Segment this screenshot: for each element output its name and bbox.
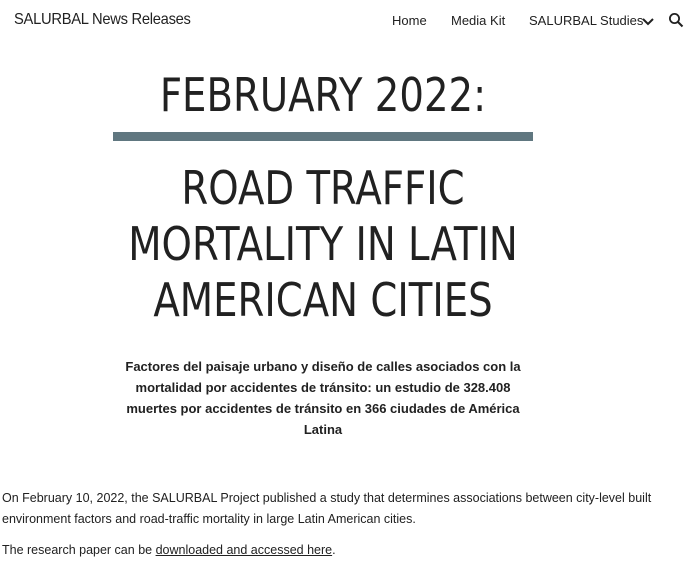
download-text-prefix: The research paper can be <box>2 543 156 557</box>
main-nav: Home Media Kit SALURBAL Studies <box>0 13 688 33</box>
download-paper-link[interactable]: downloaded and accessed here <box>156 543 333 557</box>
search-icon[interactable] <box>668 12 684 28</box>
chevron-down-icon[interactable] <box>641 15 655 29</box>
article-title-line: MORTALITY IN LATIN <box>128 217 518 271</box>
top-navigation-bar: SALURBAL News Releases Home Media Kit SA… <box>0 0 688 42</box>
nav-home-link[interactable]: Home <box>392 13 427 28</box>
article-title: ROAD TRAFFIC MORTALITY IN LATIN AMERICAN… <box>0 160 646 328</box>
divider-bar <box>113 132 533 141</box>
nav-studies-link[interactable]: SALURBAL Studies <box>529 13 643 28</box>
article-title-line: AMERICAN CITIES <box>153 273 493 327</box>
nav-media-kit-link[interactable]: Media Kit <box>451 13 505 28</box>
date-heading: FEBRUARY 2022: <box>159 68 487 122</box>
download-paragraph: The research paper can be downloaded and… <box>2 540 662 561</box>
intro-paragraph: On February 10, 2022, the SALURBAL Proje… <box>2 491 652 526</box>
article-subtitle: Factores del paisaje urbano y diseño de … <box>125 359 521 437</box>
download-text-suffix: . <box>332 543 336 557</box>
article-title-line: ROAD TRAFFIC <box>181 161 465 215</box>
